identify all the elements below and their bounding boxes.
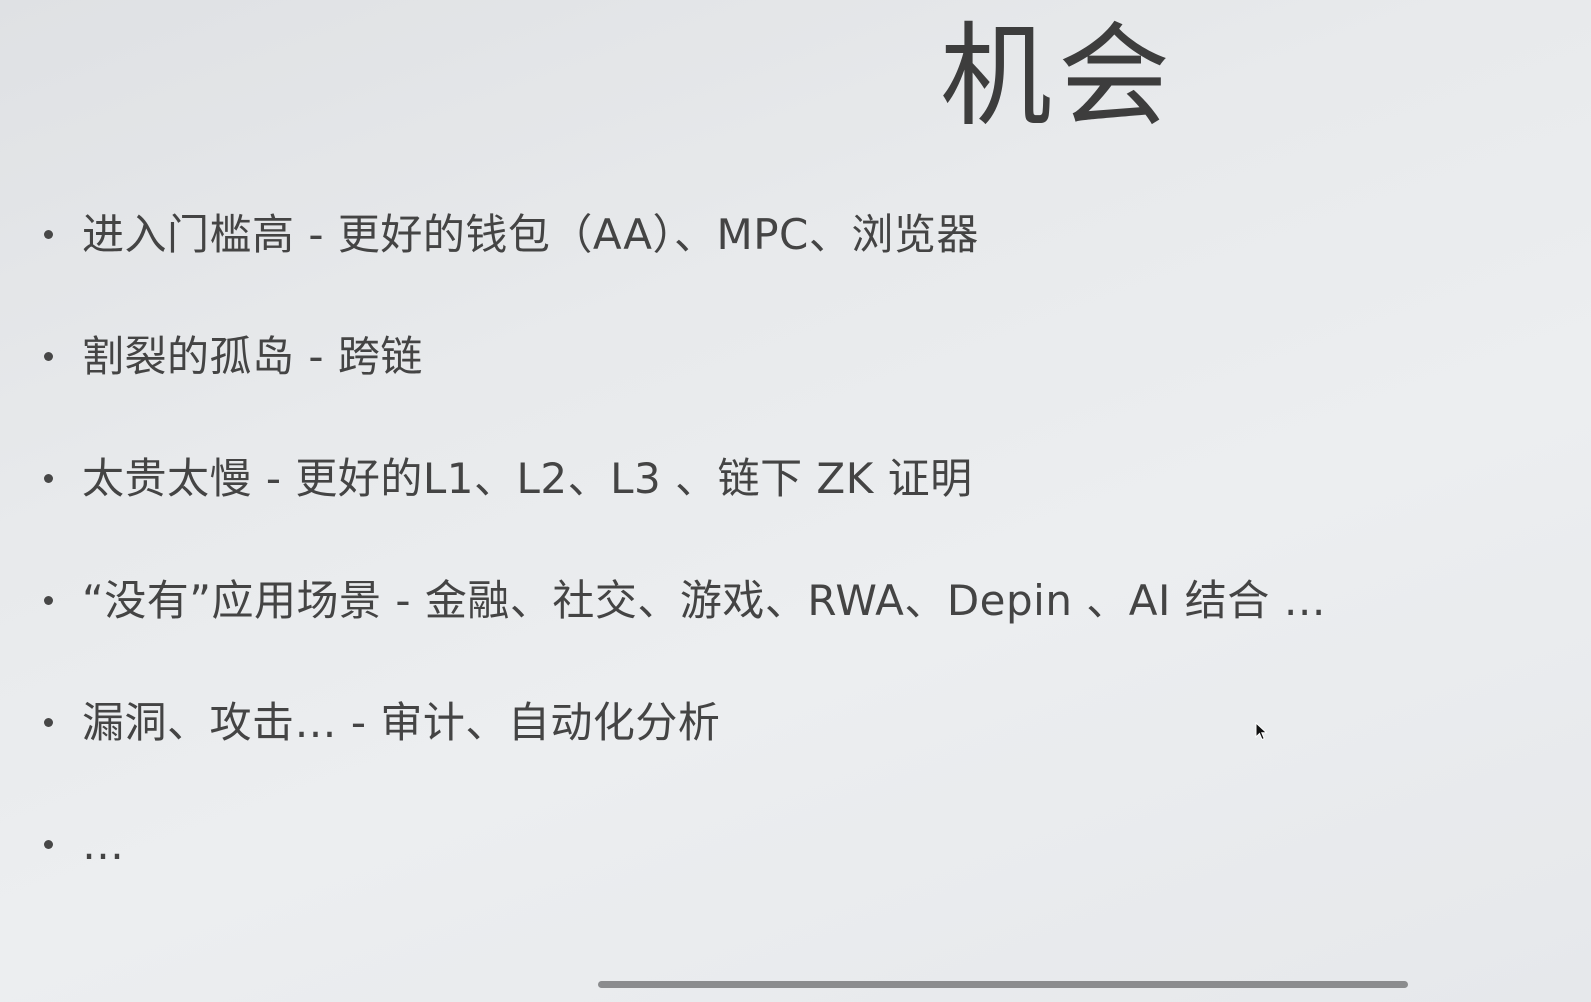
- bullet-text: 进入门槛高 - 更好的钱包（AA）、MPC、浏览器: [82, 210, 979, 259]
- bullet-dot-icon: [44, 840, 53, 849]
- slide-title: 机会: [940, 12, 1176, 142]
- bullet-dot-icon: [44, 596, 53, 605]
- bullet-dot-icon: [44, 352, 53, 361]
- bullet-text: 割裂的孤岛 - 跨链: [82, 332, 423, 381]
- bullet-text: …: [82, 820, 125, 869]
- presentation-slide: 机会 进入门槛高 - 更好的钱包（AA）、MPC、浏览器 割裂的孤岛 - 跨链 …: [0, 0, 1591, 1002]
- bullet-dot-icon: [44, 474, 53, 483]
- bullet-dot-icon: [44, 230, 53, 239]
- bullet-dot-icon: [44, 718, 53, 727]
- bullet-text: 漏洞、攻击… - 审计、自动化分析: [82, 698, 721, 747]
- video-progress-bar[interactable]: [598, 981, 1408, 988]
- bullet-text: 太贵太慢 - 更好的L1、L2、L3 、链下 ZK 证明: [82, 454, 973, 503]
- bullet-text: “没有”应用场景 - 金融、社交、游戏、RWA、Depin 、AI 结合 …: [82, 576, 1327, 625]
- mouse-pointer-icon: [1255, 722, 1268, 741]
